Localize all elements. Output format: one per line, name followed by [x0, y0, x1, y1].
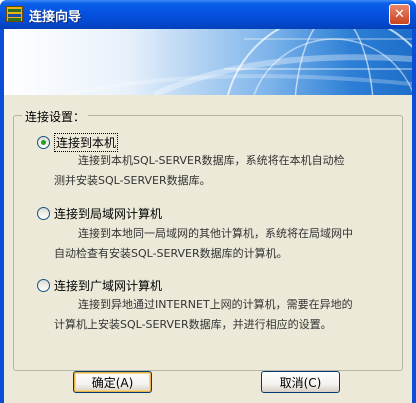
window-title: 连接向导 — [29, 10, 82, 25]
radio-local[interactable] — [37, 135, 50, 149]
option-lan-desc-line2: 自动检查有安装SQL-SERVER数据库的计算机。 — [54, 247, 288, 260]
app-icon — [6, 6, 23, 22]
radio-lan[interactable] — [37, 206, 50, 220]
option-wan[interactable]: 连接到广域网计算机 — [37, 277, 162, 293]
cancel-button[interactable]: 取消(C) — [261, 371, 340, 393]
ok-button[interactable]: 确定(A) — [73, 371, 152, 393]
option-local-label: 连接到本机 — [54, 132, 119, 152]
option-lan-desc-line1: 连接到本地同一局域网的其他计算机，系统将在局域网中 — [78, 227, 353, 240]
option-lan-label: 连接到局域网计算机 — [54, 206, 163, 221]
option-local-desc-line1: 连接到本机SQL-SERVER数据库，系统将在本机自动检 — [78, 154, 345, 167]
option-wan-desc-line2: 计算机上安装SQL-SERVER数据库，并进行相应的设置。 — [54, 318, 332, 331]
option-lan[interactable]: 连接到局域网计算机 — [37, 205, 162, 221]
option-wan-label: 连接到广域网计算机 — [54, 278, 163, 293]
header-banner — [4, 29, 412, 95]
ok-button-label: 确定(A) — [91, 375, 134, 390]
option-local-desc-line2: 测并安装SQL-SERVER数据库。 — [54, 174, 211, 187]
radio-wan[interactable] — [37, 278, 50, 292]
cancel-button-label: 取消(C) — [279, 375, 322, 390]
option-local[interactable]: 连接到本机 — [37, 132, 119, 152]
option-wan-desc-line1: 连接到异地通过INTERNET上网的计算机，需要在异地的 — [78, 298, 353, 311]
globe-graphic — [63, 29, 412, 95]
option-local-desc: 连接到本机SQL-SERVER数据库，系统将在本机自动检 测并安装SQL-SER… — [54, 151, 394, 191]
option-lan-desc: 连接到本地同一局域网的其他计算机，系统将在局域网中 自动检查有安装SQL-SER… — [54, 224, 394, 264]
title-bar[interactable]: 连接向导 ✕ — [0, 0, 416, 29]
dialog-client-area: 连接设置： 连接到本机 连接到本机SQL-SERVER数据库，系统将在本机自动检… — [4, 29, 412, 403]
option-wan-desc: 连接到异地通过INTERNET上网的计算机，需要在异地的 计算机上安装SQL-S… — [54, 295, 394, 335]
dialog-window: 连接向导 ✕ 连接设置： 连接到本机 连接到本机SQL-SERVER数据库，系统 — [0, 0, 416, 403]
close-icon: ✕ — [394, 7, 405, 22]
group-title: 连接设置： — [22, 108, 89, 125]
close-button[interactable]: ✕ — [389, 4, 410, 25]
